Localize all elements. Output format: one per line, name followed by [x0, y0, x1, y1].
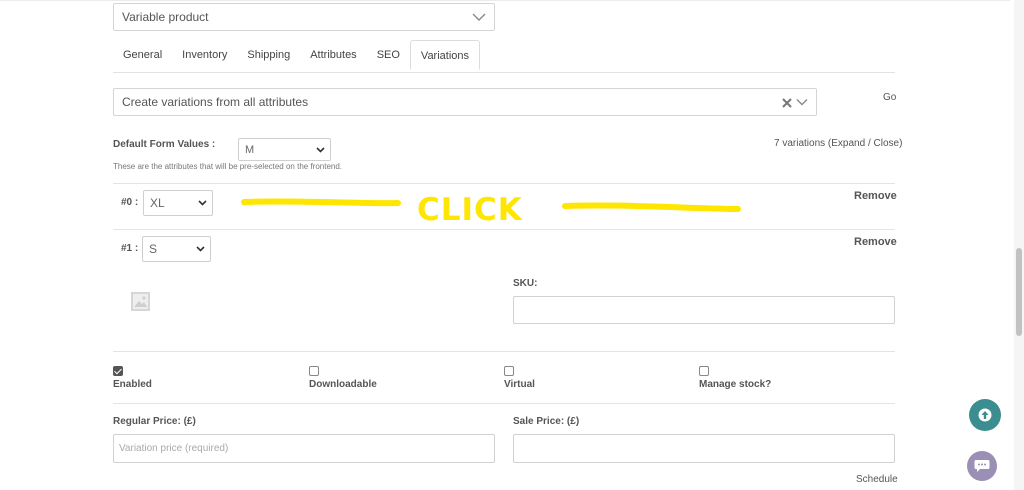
pricing-top-divider [113, 403, 895, 404]
annotation-left-stroke [241, 198, 401, 207]
variation-0-select[interactable]: XL [143, 190, 213, 216]
arrow-up-icon [978, 408, 992, 422]
default-form-values-select[interactable]: M [238, 138, 331, 161]
downloadable-checkbox[interactable] [309, 366, 319, 376]
top-divider [0, 0, 1010, 1]
default-form-values-value: M [245, 143, 255, 156]
scrollbar-thumb[interactable] [1016, 248, 1022, 336]
sku-label: SKU: [513, 278, 538, 289]
variation-1-index: #1 : [121, 243, 139, 254]
variation-1-select[interactable]: S [142, 236, 211, 262]
default-form-help: These are the attributes that will be pr… [113, 162, 343, 171]
variation-divider [113, 229, 895, 230]
tabs-divider [113, 72, 895, 73]
enabled-label: Enabled [113, 379, 152, 390]
variations-count: 7 variations [774, 138, 826, 149]
variation-0-index: #0 : [121, 197, 139, 208]
virtual-label: Virtual [504, 379, 535, 390]
chat-button[interactable] [967, 451, 997, 481]
page-scrollbar[interactable] [1014, 0, 1024, 490]
chevron-down-icon [196, 246, 205, 252]
separator: / [867, 138, 871, 149]
product-type-select[interactable]: Variable product [113, 3, 495, 31]
variation-0-remove[interactable]: Remove [854, 190, 897, 202]
image-placeholder-icon[interactable] [131, 292, 150, 311]
scroll-to-top-button[interactable] [969, 399, 1001, 431]
virtual-checkbox[interactable] [504, 366, 514, 376]
variation-0-value: XL [150, 196, 165, 210]
go-button[interactable]: Go [883, 92, 896, 103]
sale-price-input[interactable] [513, 434, 895, 463]
clear-icon[interactable] [782, 98, 792, 108]
regular-price-input[interactable]: Variation price (required) [113, 434, 495, 463]
tab-seo[interactable]: SEO [367, 40, 410, 70]
manage-stock-checkbox[interactable] [699, 366, 709, 376]
chevron-down-icon [198, 200, 207, 206]
chevron-down-icon [316, 146, 325, 153]
variations-summary: 7 variations (Expand / Close) [774, 138, 902, 149]
close-link[interactable]: Close) [874, 138, 903, 149]
tab-attributes[interactable]: Attributes [300, 40, 366, 70]
schedule-link[interactable]: Schedule [856, 474, 898, 485]
downloadable-label: Downloadable [309, 379, 377, 390]
options-top-divider [113, 351, 895, 352]
chevron-down-icon [796, 99, 808, 106]
regular-price-label: Regular Price: (£) [113, 416, 196, 427]
annotation-text: CLICK [417, 192, 523, 228]
tab-inventory[interactable]: Inventory [172, 40, 237, 70]
manage-stock-label: Manage stock? [699, 379, 772, 390]
regular-price-placeholder: Variation price (required) [119, 443, 229, 454]
sku-input[interactable] [513, 296, 895, 324]
chat-icon [974, 460, 990, 472]
default-form-values-label: Default Form Values : [113, 139, 216, 150]
variations-top-divider [113, 183, 895, 184]
variation-1-remove[interactable]: Remove [854, 236, 897, 248]
tab-shipping[interactable]: Shipping [237, 40, 300, 70]
enabled-checkbox[interactable] [113, 366, 123, 376]
product-tabs: General Inventory Shipping Attributes SE… [113, 40, 481, 70]
product-type-value: Variable product [122, 10, 209, 24]
annotation-right-stroke [562, 202, 741, 212]
page: Variable product General Inventory Shipp… [0, 0, 1024, 490]
sale-price-label: Sale Price: (£) [513, 416, 580, 427]
chevron-down-icon [472, 13, 486, 21]
variation-action-select[interactable]: Create variations from all attributes [113, 88, 817, 116]
tab-variations[interactable]: Variations [409, 40, 481, 70]
expand-link[interactable]: (Expand [828, 138, 865, 149]
variation-action-value: Create variations from all attributes [122, 95, 309, 109]
variation-1-value: S [149, 242, 158, 256]
tab-general[interactable]: General [113, 40, 172, 70]
click-annotation: CLICK [241, 192, 741, 228]
